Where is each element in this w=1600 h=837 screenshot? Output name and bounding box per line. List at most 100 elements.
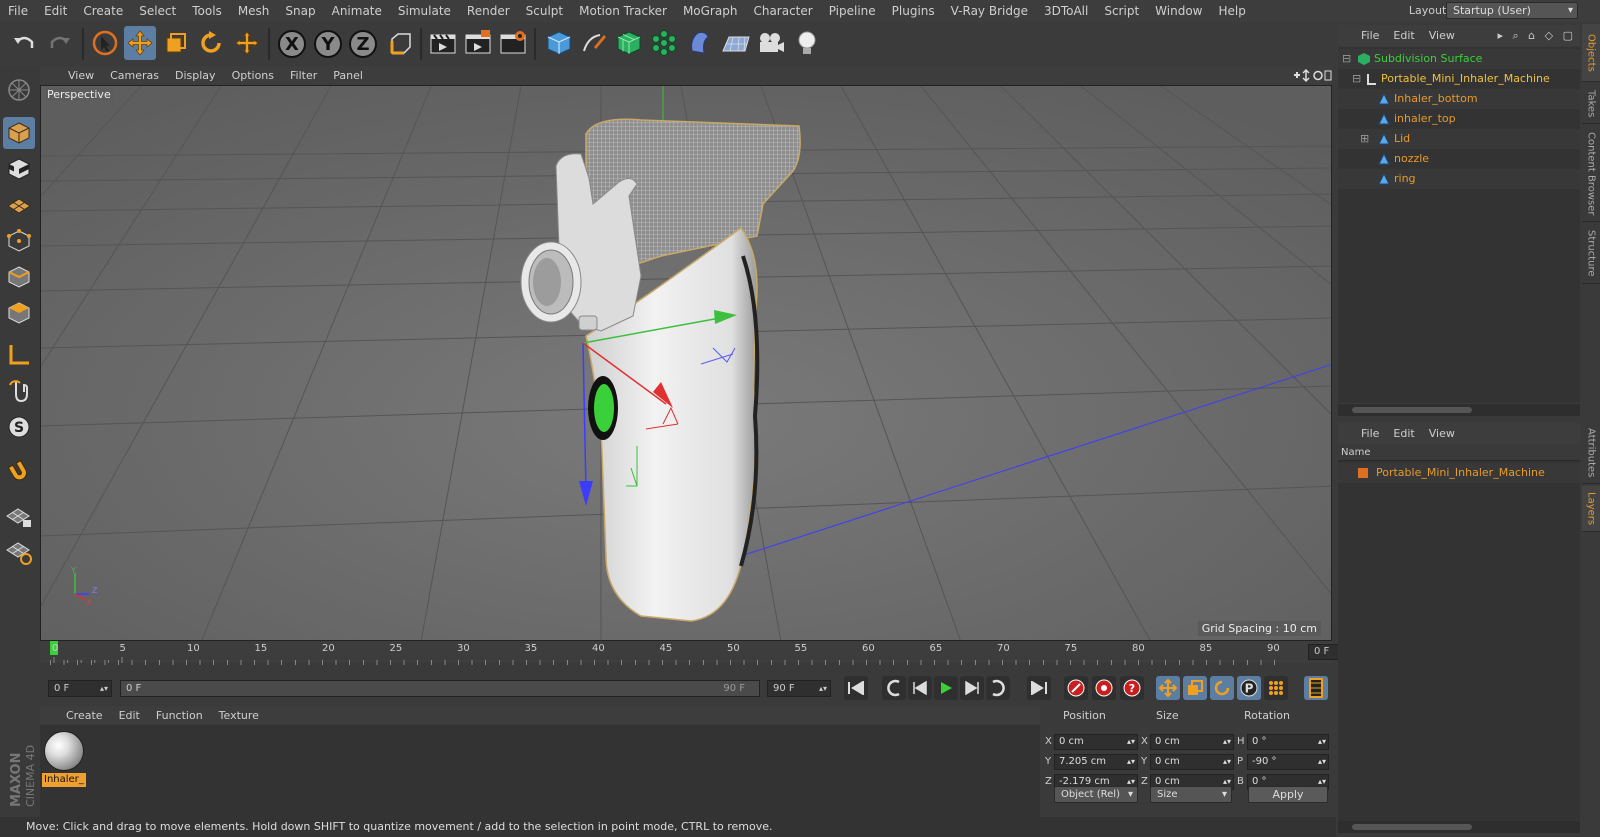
om-menu-view[interactable]: View [1422,29,1462,42]
material-menu-create[interactable]: Create [58,709,111,722]
render-picture-viewer-icon[interactable] [462,26,494,60]
menu-animate[interactable]: Animate [324,0,390,22]
goto-next-key-button[interactable] [986,676,1010,700]
camera-label[interactable]: Perspective [44,88,114,101]
timeline-window-button[interactable] [1304,676,1328,700]
floor-environment-icon[interactable] [720,26,752,60]
live-selection-icon[interactable] [89,26,121,60]
tree-item-portable-inhaler[interactable]: ⊟ Portable_Mini_Inhaler_Machine [1338,69,1580,89]
menu-create[interactable]: Create [75,0,131,22]
workplane-mode-icon[interactable] [3,189,35,221]
size-y-field[interactable]: 0 cm ▴▾ [1150,754,1234,770]
key-pla-button[interactable] [1264,676,1288,700]
menu-tools[interactable]: Tools [184,0,230,22]
viewport-menu-display[interactable]: Display [167,69,224,82]
tab-objects[interactable]: Objects [1582,24,1600,82]
tweak-mode-icon[interactable] [3,375,35,407]
tree-item-inhaler-top[interactable]: inhaler_top [1338,109,1580,129]
layer-color-swatch[interactable] [1358,468,1368,478]
menu-file[interactable]: File [0,0,36,22]
material-name[interactable]: Inhaler_ [42,773,86,787]
menu-edit[interactable]: Edit [36,0,75,22]
layer-manager-scrollbar[interactable] [1338,821,1580,833]
om-menu-edit[interactable]: Edit [1386,29,1421,42]
menu-render[interactable]: Render [459,0,518,22]
render-settings-icon[interactable] [497,26,529,60]
key-scale-button[interactable] [1183,676,1207,700]
menu-simulate[interactable]: Simulate [390,0,459,22]
polygons-mode-icon[interactable] [3,297,35,329]
goto-end-button[interactable] [1027,676,1051,700]
menu-mograph[interactable]: MoGraph [675,0,746,22]
play-button[interactable] [934,676,958,700]
goto-start-button[interactable] [844,676,868,700]
viewport-nav-icons[interactable] [1292,68,1332,83]
rotate-icon[interactable] [195,26,227,60]
menu-vray-bridge[interactable]: V-Ray Bridge [943,0,1036,22]
x-axis-lock[interactable]: X [278,30,306,58]
tab-attributes[interactable]: Attributes [1582,422,1600,484]
y-axis-lock[interactable]: Y [314,30,342,58]
snap-magnet-icon[interactable] [3,456,35,488]
material-preview[interactable] [44,731,84,771]
menu-select[interactable]: Select [131,0,184,22]
start-frame-field[interactable]: 0 F ▴▾ [48,680,112,697]
model-mode-icon[interactable] [3,117,35,149]
deformer-icon[interactable] [684,26,716,60]
layer-name-column-header[interactable]: Name [1338,445,1580,461]
tab-takes[interactable]: Takes [1582,84,1600,124]
auto-keying-button[interactable] [1092,676,1116,700]
tree-item-lid[interactable]: ⊞ Lid [1338,129,1580,149]
tree-item-subdivision-surface[interactable]: ⊟ Subdivision Surface [1338,49,1580,69]
position-x-field[interactable]: 0 cm ▴▾ [1054,734,1138,750]
layer-menu-file[interactable]: File [1354,427,1386,440]
key-parameter-button[interactable]: P [1237,676,1261,700]
viewport-menu-filter[interactable]: Filter [282,69,325,82]
om-menu-file[interactable]: File [1354,29,1386,42]
solo-mode-icon[interactable]: S [3,411,35,443]
coordinate-mode-dropdown[interactable]: Object (Rel) [1054,786,1138,803]
menu-3dtoall[interactable]: 3DToAll [1036,0,1096,22]
preview-range-slider[interactable]: 0 F 90 F [120,680,760,697]
locked-workplane-icon[interactable] [3,500,35,532]
camera-icon[interactable] [755,26,787,60]
layout-dropdown[interactable]: Startup (User) [1446,2,1578,19]
om-toolbar-icons[interactable]: ▸ ⌕ ⌂ ◇ ▢ [1497,29,1576,43]
cloner-icon[interactable] [648,26,680,60]
key-rotation-button[interactable] [1210,676,1234,700]
move-icon[interactable] [124,26,156,60]
tree-item-ring[interactable]: ring [1338,169,1580,189]
pen-spline-icon[interactable] [578,26,610,60]
tree-item-nozzle[interactable]: nozzle [1338,149,1580,169]
viewport-menu-options[interactable]: Options [224,69,282,82]
tab-content-browser[interactable]: Content Browser [1582,126,1600,222]
cube-primitive-icon[interactable] [543,26,575,60]
light-icon[interactable] [791,26,823,60]
axis-mode-icon[interactable] [3,339,35,371]
menu-snap[interactable]: Snap [277,0,323,22]
size-mode-dropdown[interactable]: Size [1150,786,1232,803]
key-position-button[interactable] [1156,676,1180,700]
menu-motion-tracker[interactable]: Motion Tracker [571,0,675,22]
3d-viewport[interactable]: Perspective Y Z X Grid Spacing : 10 cm [40,85,1332,641]
render-view-icon[interactable] [427,26,459,60]
viewport-menu-cameras[interactable]: Cameras [102,69,167,82]
expand-icon[interactable]: ⊞ [1360,129,1369,149]
end-frame-field[interactable]: 90 F ▴▾ [767,680,831,697]
goto-prev-key-button[interactable] [882,676,906,700]
menu-script[interactable]: Script [1096,0,1147,22]
material-menu-function[interactable]: Function [148,709,211,722]
viewport-menu-view[interactable]: View [60,69,102,82]
menu-window[interactable]: Window [1147,0,1210,22]
layer-menu-view[interactable]: View [1422,427,1462,440]
material-menu-edit[interactable]: Edit [111,709,148,722]
coordinate-system-icon[interactable] [384,26,416,60]
edges-mode-icon[interactable] [3,261,35,293]
apply-button[interactable]: Apply [1248,786,1328,803]
menu-sculpt[interactable]: Sculpt [518,0,571,22]
menu-pipeline[interactable]: Pipeline [821,0,884,22]
tree-item-inhaler-bottom[interactable]: Inhaler_bottom [1338,89,1580,109]
material-menu-texture[interactable]: Texture [211,709,267,722]
rotation-h-field[interactable]: 0 ° ▴▾ [1247,734,1329,750]
recent-tool-icon[interactable] [231,26,263,60]
